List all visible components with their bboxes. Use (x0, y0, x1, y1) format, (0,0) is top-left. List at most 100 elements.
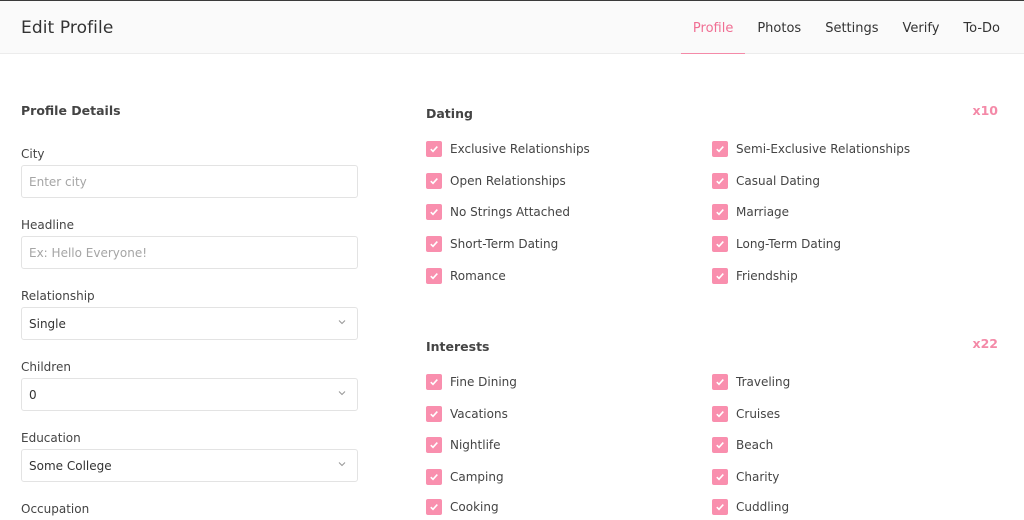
option-label: Charity (736, 470, 780, 484)
checkbox-checked[interactable] (712, 236, 728, 252)
checkbox-checked[interactable] (712, 406, 728, 422)
option-label: Long-Term Dating (736, 237, 842, 251)
dating-option[interactable]: Exclusive Relationships (426, 141, 590, 157)
dating-option[interactable]: Long-Term Dating (712, 236, 841, 252)
education-field-group: Education Some College (21, 431, 358, 482)
tab-settings[interactable]: Settings (813, 1, 890, 54)
chevron-down-icon (338, 462, 346, 467)
checkbox-checked[interactable] (426, 469, 442, 485)
checkmark-icon (430, 241, 438, 248)
tab-photos[interactable]: Photos (745, 1, 813, 54)
checkbox-checked[interactable] (712, 469, 728, 485)
checkbox-checked[interactable] (426, 437, 442, 453)
headline-field-group: Headline (21, 218, 358, 269)
option-label: Casual Dating (736, 174, 820, 188)
dating-option[interactable]: Friendship (712, 268, 798, 284)
option-label: Open Relationships (450, 174, 566, 188)
interest-option[interactable]: Cruises (712, 406, 780, 422)
option-label: Beach (736, 438, 774, 452)
tab-verify[interactable]: Verify (891, 1, 952, 54)
checkmark-icon (716, 178, 724, 185)
checkmark-icon (430, 504, 438, 511)
checkmark-icon (716, 474, 724, 481)
checkmark-icon (716, 442, 724, 449)
interest-option[interactable]: Vacations (426, 406, 508, 422)
main-content: Profile Details City Headline Relationsh… (0, 54, 1024, 516)
checkbox-checked[interactable] (712, 173, 728, 189)
checkmark-icon (716, 379, 724, 386)
checkbox-checked[interactable] (426, 173, 442, 189)
checkbox-checked[interactable] (426, 204, 442, 220)
option-label: Semi-Exclusive Relationships (736, 142, 911, 156)
interest-option[interactable]: Nightlife (426, 437, 501, 453)
dating-option[interactable]: Marriage (712, 204, 789, 220)
children-select[interactable]: 0 (21, 378, 358, 411)
tab-to-do[interactable]: To-Do (951, 1, 1024, 54)
checkbox-checked[interactable] (426, 141, 442, 157)
checkmark-icon (430, 273, 438, 280)
checkbox-checked[interactable] (426, 499, 442, 515)
city-field-group: City (21, 147, 358, 198)
checkbox-checked[interactable] (426, 406, 442, 422)
city-input[interactable] (22, 166, 336, 197)
dating-count-badge: x10 (972, 103, 998, 118)
children-label: Children (21, 360, 71, 374)
interest-option[interactable]: Cooking (426, 499, 499, 515)
dating-option[interactable]: Short-Term Dating (426, 236, 558, 252)
chevron-down-icon (338, 320, 346, 325)
checkmark-icon (716, 411, 724, 418)
interest-option[interactable]: Traveling (712, 374, 790, 390)
interest-option[interactable]: Cuddling (712, 499, 789, 515)
dating-option[interactable]: No Strings Attached (426, 204, 570, 220)
checkmark-icon (430, 209, 438, 216)
option-label: Friendship (736, 269, 798, 283)
profile-tabs: Profile Photos Settings Verify To-Do (680, 1, 1024, 55)
children-field-group: Children 0 (21, 360, 358, 411)
option-label: Marriage (736, 205, 790, 219)
headline-label: Headline (21, 218, 75, 232)
checkmark-icon (430, 442, 438, 449)
option-label: Cooking (450, 500, 499, 514)
relationship-select[interactable]: Single (21, 307, 358, 340)
checkmark-icon (430, 474, 438, 481)
option-label: Exclusive Relationships (450, 142, 590, 156)
dating-option[interactable]: Casual Dating (712, 173, 820, 189)
checkbox-checked[interactable] (712, 141, 728, 157)
checkbox-checked[interactable] (426, 236, 442, 252)
interest-option[interactable]: Camping (426, 469, 504, 485)
dating-option[interactable]: Romance (426, 268, 506, 284)
option-label: Short-Term Dating (450, 237, 559, 251)
relationship-field-group: Relationship Single (21, 289, 358, 340)
interests-group: Interests x22 Fine Dining Traveling Vaca… (426, 336, 998, 515)
option-label: Traveling (736, 375, 791, 389)
checkmark-icon (430, 411, 438, 418)
checkmark-icon (716, 273, 724, 280)
interest-option[interactable]: Fine Dining (426, 374, 517, 390)
checkbox-checked[interactable] (712, 499, 728, 515)
checkmark-icon (716, 146, 724, 153)
education-value: Some College (29, 459, 112, 473)
checkmark-icon (716, 504, 724, 511)
option-label: Fine Dining (450, 375, 517, 389)
option-label: Nightlife (450, 438, 501, 452)
option-label: Romance (450, 269, 506, 283)
checkbox-checked[interactable] (426, 374, 442, 390)
checkmark-icon (430, 178, 438, 185)
checkbox-checked[interactable] (426, 268, 442, 284)
headline-input[interactable] (22, 237, 336, 268)
headline-field-box (21, 236, 358, 269)
checkbox-checked[interactable] (712, 374, 728, 390)
interests-count-badge: x22 (972, 336, 998, 351)
checkbox-checked[interactable] (712, 437, 728, 453)
dating-option[interactable]: Semi-Exclusive Relationships (712, 141, 910, 157)
tab-profile[interactable]: Profile (680, 1, 746, 55)
checkbox-checked[interactable] (712, 204, 728, 220)
dating-option[interactable]: Open Relationships (426, 173, 566, 189)
education-label: Education (21, 431, 81, 445)
interest-option[interactable]: Beach (712, 437, 773, 453)
education-select[interactable]: Some College (21, 449, 358, 482)
interest-option[interactable]: Charity (712, 469, 779, 485)
dating-group: Dating x10 Exclusive Relationships Semi-… (426, 103, 998, 284)
checkbox-checked[interactable] (712, 268, 728, 284)
checkmark-icon (430, 379, 438, 386)
